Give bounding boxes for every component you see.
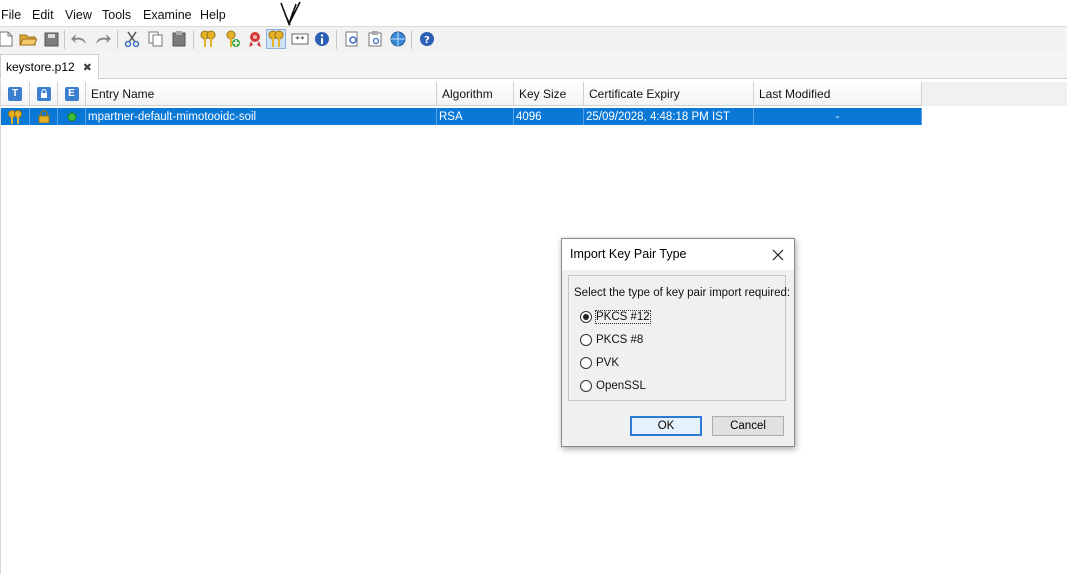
properties-info-icon[interactable] xyxy=(313,30,331,48)
column-header-type[interactable]: T xyxy=(1,82,30,106)
column-header-key-size[interactable]: Key Size xyxy=(514,82,584,106)
table-row[interactable]: mpartner-default-mimotooidc-soil RSA 409… xyxy=(1,108,922,125)
radio-pkcs8[interactable]: PKCS #8 xyxy=(580,332,643,348)
radio-button[interactable] xyxy=(580,334,592,346)
dialog-close-icon[interactable] xyxy=(767,244,789,266)
svg-text:?: ? xyxy=(424,35,430,46)
cell-last-modified: - xyxy=(754,108,922,125)
set-password-icon[interactable]: ** xyxy=(291,30,309,48)
menu-examine[interactable]: Examine xyxy=(143,8,192,22)
column-header-lock[interactable] xyxy=(30,82,58,106)
open-folder-icon[interactable] xyxy=(19,30,37,48)
menu-file[interactable]: File xyxy=(1,8,21,22)
examine-ssl-icon[interactable] xyxy=(389,30,407,48)
key-pair-type-icon xyxy=(1,108,30,125)
valid-status-icon xyxy=(58,108,86,125)
radio-pvk[interactable]: PVK xyxy=(580,355,619,371)
cell-key-size: 4096 xyxy=(514,108,584,125)
toolbar: ** ? xyxy=(0,26,1067,53)
keystore-table: T E Entry Name Algorithm Key Size Certif… xyxy=(0,80,1067,574)
menu-edit[interactable]: Edit xyxy=(32,8,54,22)
padlock-icon xyxy=(30,108,58,125)
save-icon[interactable] xyxy=(42,30,60,48)
ok-button[interactable]: OK xyxy=(630,416,702,436)
radio-label-pkcs8: PKCS #8 xyxy=(596,334,644,346)
menu-bar: File Edit View Tools Examine Help xyxy=(0,0,1067,26)
cancel-button[interactable]: Cancel xyxy=(712,416,784,436)
radio-label-pvk: PVK xyxy=(596,357,620,369)
help-icon[interactable]: ? xyxy=(418,30,436,48)
cut-icon[interactable] xyxy=(123,30,141,48)
dialog-title: Import Key Pair Type xyxy=(570,247,687,261)
radio-label-openssl: OpenSSL xyxy=(596,380,646,392)
menu-tools[interactable]: Tools xyxy=(102,8,131,22)
redo-icon[interactable] xyxy=(94,30,112,48)
radio-button[interactable] xyxy=(580,380,592,392)
dialog-title-bar[interactable]: Import Key Pair Type xyxy=(562,239,794,270)
type-column-icon: T xyxy=(8,86,22,101)
import-trusted-certificate-icon[interactable] xyxy=(246,30,264,48)
svg-text:**: ** xyxy=(295,35,305,44)
radio-button[interactable] xyxy=(580,357,592,369)
column-header-expiry-status[interactable]: E xyxy=(58,82,86,106)
tab-label: keystore.p12 xyxy=(6,60,75,74)
expiry-column-icon: E xyxy=(64,86,79,101)
cell-certificate-expiry: 25/09/2028, 4:48:18 PM IST xyxy=(584,108,754,125)
column-header-last-modified[interactable]: Last Modified xyxy=(754,82,922,106)
menu-help[interactable]: Help xyxy=(200,8,226,22)
cell-algorithm: RSA xyxy=(437,108,514,125)
cell-entry-name: mpartner-default-mimotooidc-soil xyxy=(86,108,437,125)
import-key-pair-type-dialog: Import Key Pair Type Select the type of … xyxy=(561,238,795,447)
examine-file-icon[interactable] xyxy=(343,30,361,48)
column-header-entry-name[interactable]: Entry Name xyxy=(86,82,437,106)
radio-label-pkcs12: PKCS #12 xyxy=(595,310,651,324)
tab-keystore[interactable]: keystore.p12 ✖ xyxy=(0,54,99,79)
table-header: T E Entry Name Algorithm Key Size Certif… xyxy=(1,82,922,106)
generate-key-pair-icon[interactable] xyxy=(199,30,217,48)
column-header-certificate-expiry[interactable]: Certificate Expiry xyxy=(584,82,754,106)
menu-view[interactable]: View xyxy=(65,8,92,22)
tab-strip: keystore.p12 ✖ xyxy=(0,52,1067,79)
copy-icon[interactable] xyxy=(147,30,165,48)
close-tab-icon[interactable]: ✖ xyxy=(83,61,92,74)
paste-icon[interactable] xyxy=(170,30,188,48)
radio-pkcs12[interactable]: PKCS #12 xyxy=(580,309,651,325)
import-type-group: Select the type of key pair import requi… xyxy=(568,275,790,401)
generate-secret-key-icon[interactable] xyxy=(223,30,241,48)
new-keystore-icon[interactable] xyxy=(0,30,15,48)
radio-openssl[interactable]: OpenSSL xyxy=(580,378,646,394)
import-key-pair-icon[interactable] xyxy=(266,29,286,49)
lock-column-icon xyxy=(36,86,51,101)
examine-clipboard-icon[interactable] xyxy=(366,30,384,48)
column-header-algorithm[interactable]: Algorithm xyxy=(437,82,514,106)
radio-button-selected[interactable] xyxy=(580,311,592,323)
undo-icon[interactable] xyxy=(70,30,88,48)
dialog-prompt: Select the type of key pair import requi… xyxy=(574,287,791,299)
